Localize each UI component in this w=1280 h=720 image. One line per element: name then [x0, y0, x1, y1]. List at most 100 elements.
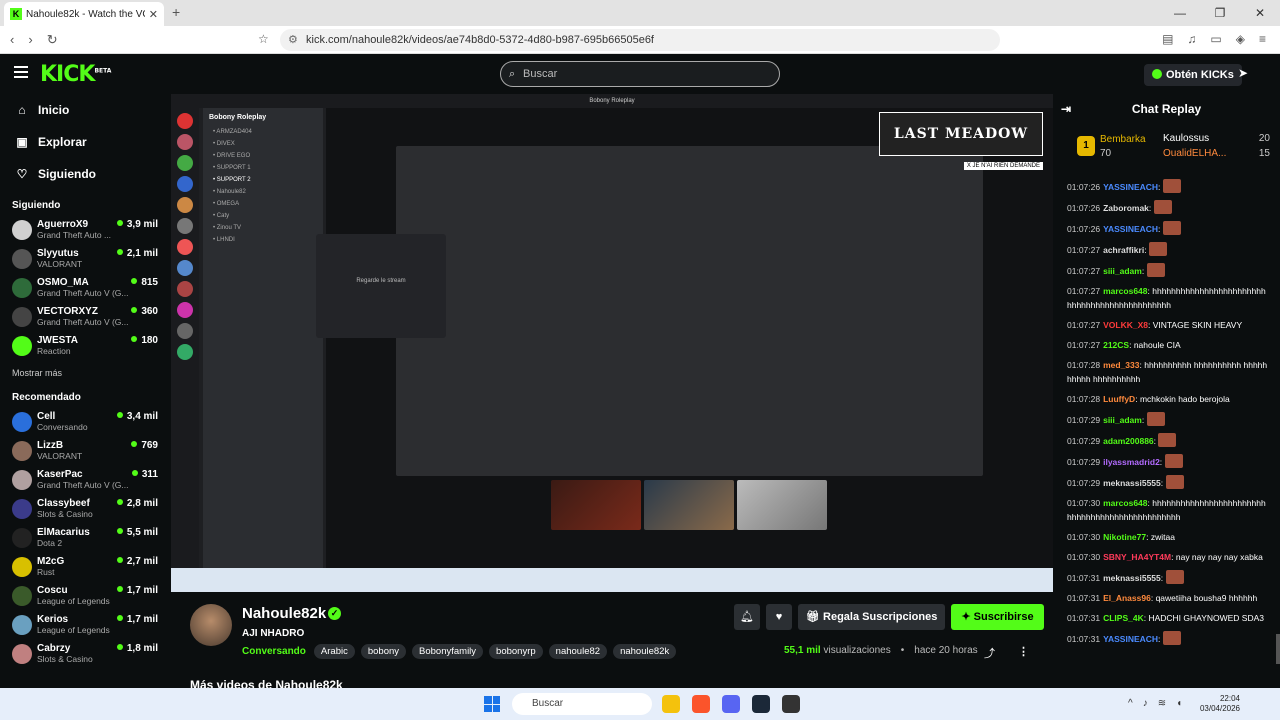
chat-username[interactable]: achraffikri [1103, 245, 1144, 255]
wallet-icon[interactable]: ▭ [1210, 32, 1221, 46]
nav-item-siguiendo[interactable]: ♡ Siguiendo [0, 158, 170, 190]
vpn-icon[interactable]: ◈ [1236, 32, 1245, 46]
chat-username[interactable]: ilyassmadrid2 [1103, 457, 1160, 467]
tag[interactable]: nahoule82 [548, 644, 608, 659]
chat-username[interactable]: CLIPS_4K [1103, 613, 1144, 623]
tag[interactable]: bobonyrp [489, 644, 543, 659]
sidebar-channel[interactable]: Cabrzy Slots & Casino 1,8 mil [0, 639, 170, 668]
sidebar-channel[interactable]: Kerios League of Legends 1,7 mil [0, 610, 170, 639]
sidebar-channel[interactable]: AguerroX9 Grand Theft Auto ... 3,9 mil [0, 215, 170, 244]
windows-start-icon[interactable] [484, 696, 500, 712]
notification-icon[interactable]: ➤ [1238, 66, 1248, 80]
sidebar-channel[interactable]: ElMacarius Dota 2 5,5 mil [0, 523, 170, 552]
last-meadow-overlay: LAST MEADOW [879, 112, 1043, 156]
close-tab-icon[interactable]: ✕ [149, 8, 158, 21]
new-tab-button[interactable]: + [172, 4, 180, 20]
chat-username[interactable]: Nikotine77 [1103, 532, 1146, 542]
browser-tab[interactable]: K Nahoule82k - Watch the VOD ✕ [4, 2, 164, 26]
chat-username[interactable]: marcos648 [1103, 286, 1147, 296]
sidebar-channel[interactable]: KaserPac Grand Theft Auto V (G... 311 [0, 465, 170, 494]
nav-item-explorar[interactable]: ▣ Explorar [0, 126, 170, 158]
chat-username[interactable]: VOLKK_X8 [1103, 320, 1148, 330]
heart-icon[interactable]: ♥ [766, 604, 792, 630]
steam-icon[interactable] [752, 695, 770, 713]
taskbar-search[interactable]: Buscar [512, 693, 652, 715]
chat-username[interactable]: meknassi5555 [1103, 478, 1161, 488]
chat-username[interactable]: YASSINEACH [1103, 634, 1158, 644]
sidebar-channel[interactable]: VECTORXYZ Grand Theft Auto V (G... 360 [0, 302, 170, 331]
taskbar-clock[interactable]: 22:04 03/04/2026 [1200, 694, 1240, 714]
show-more-link[interactable]: Mostrar más [0, 360, 170, 382]
tag[interactable]: nahoule82k [613, 644, 677, 659]
search-input[interactable]: ⌕ Buscar [500, 61, 780, 87]
sidebar: ⌂ Inicio ▣ Explorar ♡ Siguiendo Siguiendo Agu… [0, 94, 170, 688]
chat-username[interactable]: marcos648 [1103, 498, 1147, 508]
reload-icon[interactable]: ↻ [47, 32, 58, 48]
leader-name[interactable]: OualidELHA... [1163, 148, 1226, 159]
chat-username[interactable]: med_333 [1103, 360, 1139, 370]
streamer-name[interactable]: Nahoule82k [242, 605, 326, 622]
video-window-title: Bobony Roleplay [171, 94, 1053, 108]
sidebar-channel[interactable]: Slyyutus VALORANT 2,1 mil [0, 244, 170, 273]
app-icon[interactable] [782, 695, 800, 713]
video-player[interactable]: Bobony Roleplay Bobony Roleplay • ARMZAD… [171, 94, 1053, 592]
get-kicks-button[interactable]: Obtén KICKs [1144, 64, 1242, 86]
gift-subs-button[interactable]: 🎁︎ Regala Suscripciones [798, 604, 946, 630]
category-link[interactable]: Conversando [242, 646, 306, 657]
chat-username[interactable]: LuuffyD [1103, 394, 1135, 404]
channel-avatar [12, 440, 32, 461]
mic-icon[interactable]: ♪ [1143, 698, 1148, 709]
leader-name[interactable]: Kaulossus [1163, 133, 1209, 144]
sidebar-channel[interactable]: Classybeef Slots & Casino 2,8 mil [0, 494, 170, 523]
chat-username[interactable]: SBNY_HA4YT4M [1103, 552, 1171, 562]
url-field[interactable]: ⚙ kick.com/nahoule82k/videos/ae74b8d0-53… [280, 29, 1000, 51]
chat-username[interactable]: El_Anass96 [1103, 593, 1151, 603]
sidebar-channel[interactable]: OSMO_MA Grand Theft Auto V (G... 815 [0, 273, 170, 302]
sidebar-channel[interactable]: M2cG Rust 2,7 mil [0, 552, 170, 581]
more-options-icon[interactable]: ⋮ [1018, 645, 1029, 658]
back-icon[interactable]: ‹ [10, 32, 14, 48]
wifi-icon[interactable]: ≋ [1158, 698, 1166, 709]
menu-icon[interactable]: ≡ [1259, 32, 1266, 46]
chat-scrollbar[interactable] [1276, 634, 1280, 664]
bookmark-icon[interactable]: ☆ [258, 32, 269, 46]
chat-username[interactable]: YASSINEACH [1103, 182, 1158, 192]
close-window-icon[interactable]: ✕ [1240, 0, 1280, 26]
volume-icon[interactable]: ◖ [1176, 698, 1182, 709]
music-icon[interactable]: ♫ [1187, 32, 1196, 46]
kick-logo[interactable]: KICKBETA [40, 62, 111, 87]
leader-name[interactable]: Bembarka [1100, 134, 1146, 145]
hamburger-menu-icon[interactable] [14, 66, 28, 78]
site-info-icon[interactable]: ⚙ [288, 29, 298, 51]
tag[interactable]: Arabic [313, 644, 355, 659]
chat-username[interactable]: adam200886 [1103, 436, 1154, 446]
chat-message: 01:07:29 ilyassmadrid2: [1053, 451, 1276, 472]
discord-icon[interactable] [722, 695, 740, 713]
chat-username[interactable]: meknassi5555 [1103, 573, 1161, 583]
streamer-avatar[interactable] [190, 604, 232, 646]
sidebar-channel[interactable]: LizzB VALORANT 769 [0, 436, 170, 465]
tag[interactable]: bobony [360, 644, 407, 659]
tag[interactable]: Bobonyfamily [412, 644, 484, 659]
bell-icon[interactable]: 🔔︎ [734, 604, 760, 630]
subscribe-button[interactable]: ✦ Suscribirse [951, 604, 1044, 630]
chat-username[interactable]: YASSINEACH [1103, 224, 1158, 234]
minimize-icon[interactable]: — [1160, 0, 1200, 26]
file-explorer-icon[interactable] [662, 695, 680, 713]
collapse-chat-icon[interactable]: ⇥ [1061, 94, 1071, 124]
forward-icon[interactable]: › [28, 32, 32, 48]
sidebar-channel[interactable]: Cell Conversando 3,4 mil [0, 407, 170, 436]
recommended-header: Recomendado [12, 392, 81, 403]
chat-username[interactable]: 212CS [1103, 340, 1129, 350]
brave-icon[interactable] [692, 695, 710, 713]
nav-item-inicio[interactable]: ⌂ Inicio [0, 94, 170, 126]
sidebar-channel[interactable]: Coscu League of Legends 1,7 mil [0, 581, 170, 610]
chat-username[interactable]: siii_adam [1103, 415, 1142, 425]
sidebar-icon[interactable]: ▤ [1162, 32, 1173, 46]
chevron-up-icon[interactable]: ^ [1128, 698, 1133, 709]
chat-username[interactable]: siii_adam [1103, 266, 1142, 276]
chat-username[interactable]: Zaboromak [1103, 203, 1149, 213]
sidebar-channel[interactable]: JWESTA Reaction 180 [0, 331, 170, 360]
maximize-icon[interactable]: ❐ [1200, 0, 1240, 26]
share-icon[interactable]: ⤴ [984, 645, 995, 661]
